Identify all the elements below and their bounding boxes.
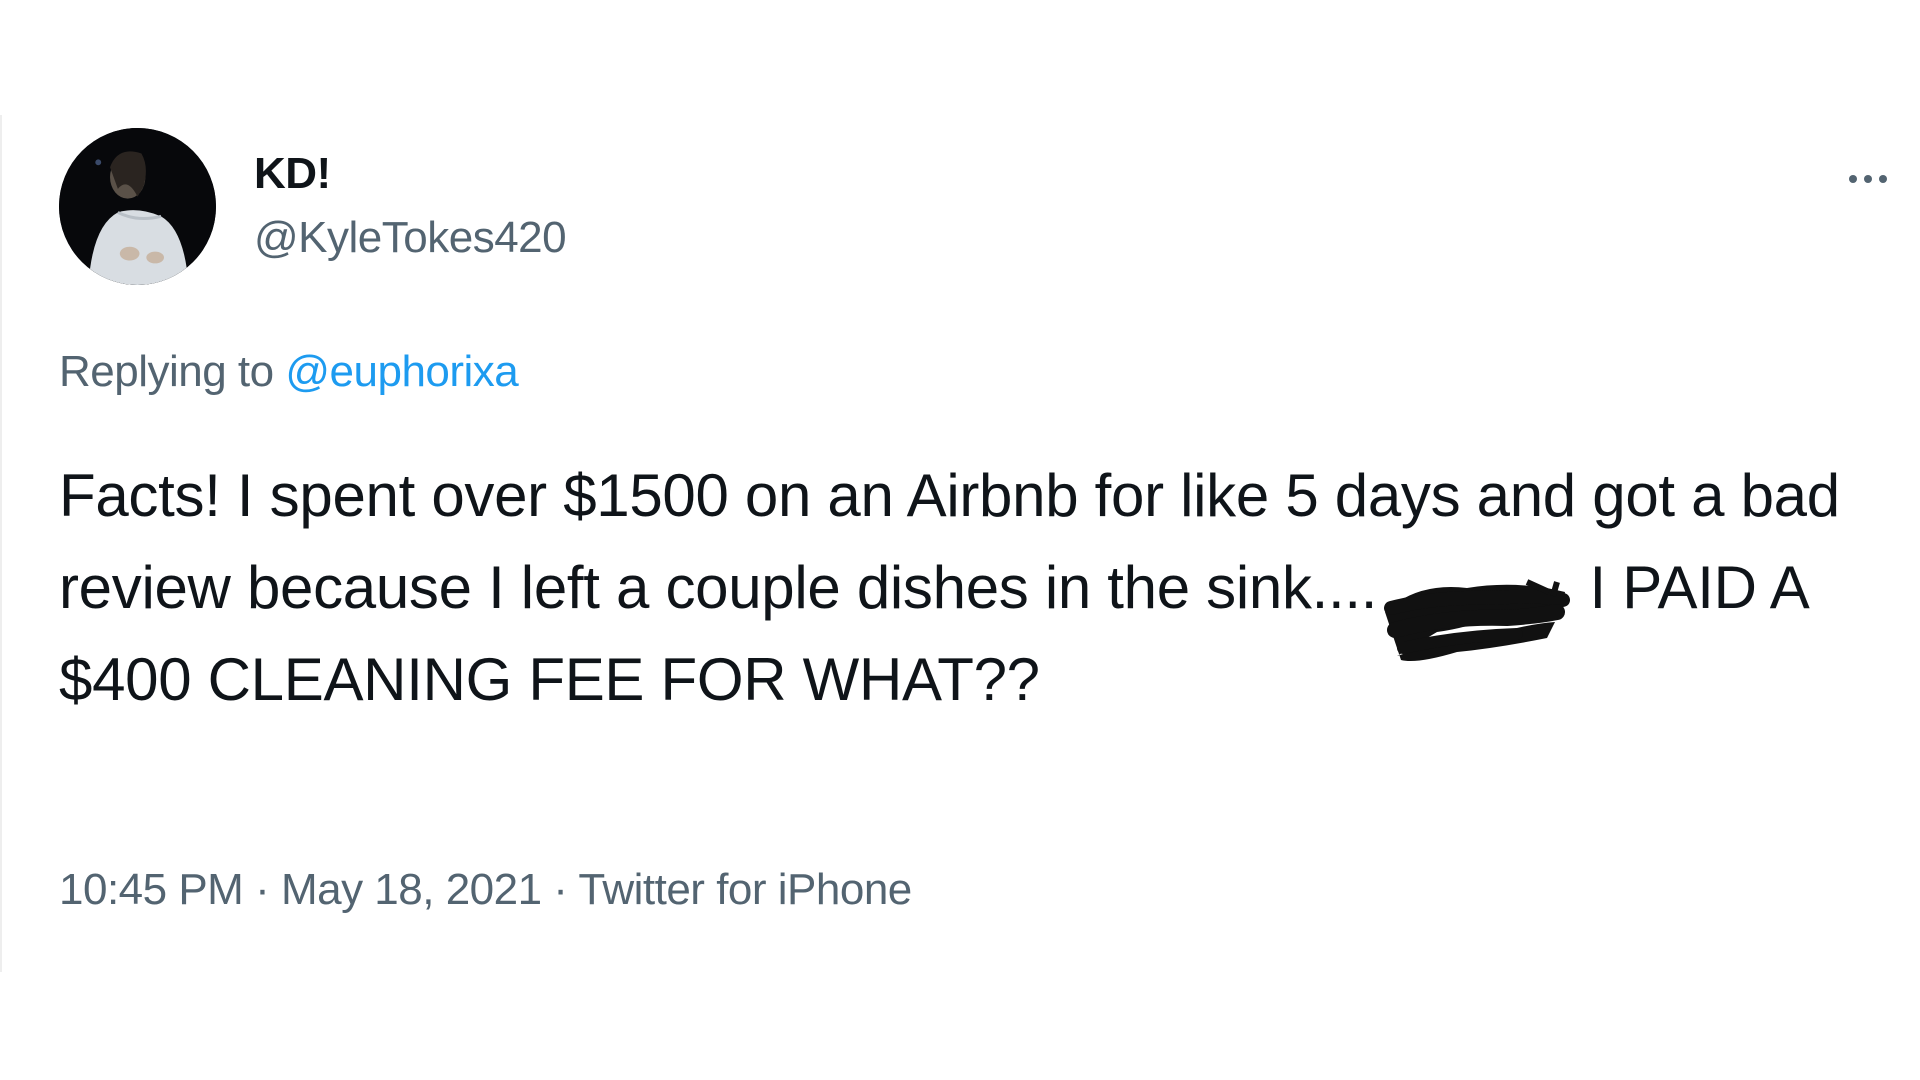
tweet-source[interactable]: Twitter for iPhone — [578, 865, 912, 914]
page: KD! @KyleTokes420 Replying to @euphorixa… — [0, 0, 1920, 1080]
meta-separator: · — [243, 865, 281, 914]
avatar[interactable] — [59, 128, 216, 285]
reply-mention-link[interactable]: @euphorixa — [285, 347, 518, 396]
more-horizontal-icon — [1849, 175, 1857, 183]
more-horizontal-icon-dot — [1864, 175, 1872, 183]
more-options-button[interactable] — [1838, 159, 1898, 199]
redaction-scribble — [1377, 542, 1573, 661]
avatar-image — [59, 128, 216, 285]
replying-to-label: Replying to — [59, 347, 286, 396]
redaction-scribble-shape — [1384, 579, 1571, 661]
tweet-text: Facts! I spent over $1500 on an Airbnb f… — [59, 450, 1859, 726]
tweet-date[interactable]: May 18, 2021 — [281, 865, 542, 914]
meta-separator: · — [541, 865, 579, 914]
author-handle[interactable]: @KyleTokes420 — [254, 213, 567, 263]
more-horizontal-icon-dot — [1879, 175, 1887, 183]
replying-to-line: Replying to @euphorixa — [59, 347, 519, 397]
author-display-name[interactable]: KD! — [254, 149, 331, 199]
tweet-meta: 10:45 PM · May 18, 2021 · Twitter for iP… — [59, 865, 912, 915]
tweet-card: KD! @KyleTokes420 Replying to @euphorixa… — [0, 115, 1920, 972]
tweet-time[interactable]: 10:45 PM — [59, 865, 244, 914]
